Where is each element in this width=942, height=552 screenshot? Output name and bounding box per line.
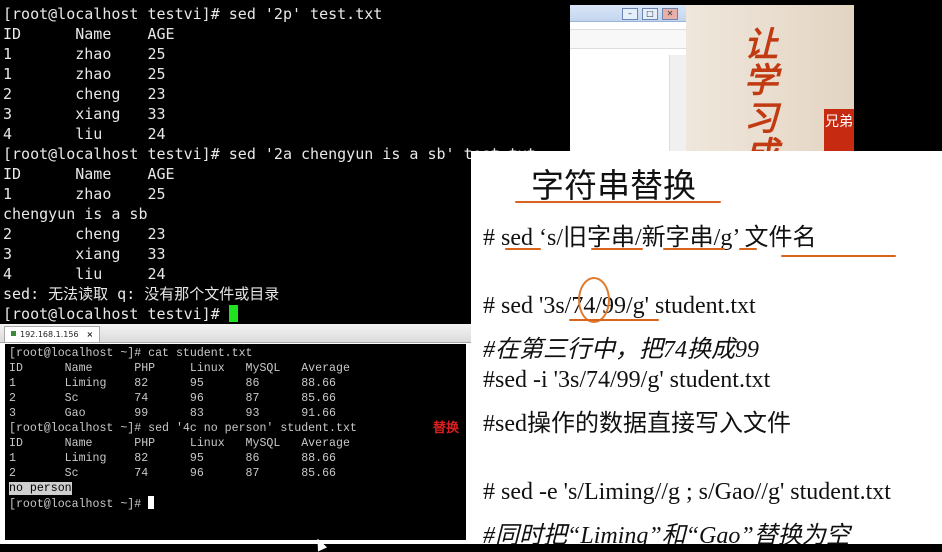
terminal-line: 1 zhao 25	[3, 45, 166, 63]
minimize-button[interactable]: –	[622, 8, 638, 20]
annotation-underline	[739, 248, 757, 250]
maximize-button[interactable]: □	[642, 8, 658, 20]
slide-line: #sed操作的数据直接写入文件	[483, 411, 791, 437]
terminal-cursor	[228, 305, 238, 322]
window-titlebar[interactable]: – □ ✕	[570, 5, 686, 22]
terminal-line: [root@localhost testvi]# sed '2p' test.t…	[3, 5, 383, 23]
title-underline	[515, 201, 721, 203]
terminal-line: 2 Sc 74 96 87 85.66	[9, 467, 336, 480]
terminal-line: ID Name PHP Linux MySQL Average	[9, 437, 350, 450]
terminal-prompt: [root@localhost ~]#	[9, 498, 149, 511]
slide-line: # sed ‘s/旧字串/新字串/g’ 文件名	[483, 225, 817, 251]
mouse-pointer-icon	[312, 536, 328, 552]
slide-line: #同时把“Liming”和“Gao”替换为空	[483, 523, 850, 544]
terminal-line: 2 cheng 23	[3, 85, 166, 103]
terminal-line: 3 xiang 33	[3, 105, 166, 123]
annotation-underline	[663, 248, 725, 250]
slide-line: # sed -e 's/Liming//g ; s/Gao//g' studen…	[483, 479, 891, 505]
terminal-cursor	[148, 496, 155, 509]
book-cover-image: 让 学 习 成 兄弟	[686, 5, 854, 151]
terminal-prompt-line[interactable]: [root@localhost ~]#	[9, 496, 466, 511]
terminal-line: 4 liu 24	[3, 125, 166, 143]
slide-title: 字符串替换	[531, 166, 696, 205]
ssh-terminal[interactable]: [root@localhost ~]# cat student.txt ID N…	[5, 344, 466, 552]
terminal-line: [root@localhost ~]# sed '4c no person' s…	[9, 422, 357, 435]
connection-status-icon	[11, 331, 16, 336]
slide-line: # sed '3s/74/99/g' student.txt	[483, 293, 756, 319]
close-tab-icon[interactable]: ×	[87, 330, 94, 339]
terminal-line: 1 Liming 82 95 86 88.66	[9, 377, 336, 390]
session-tab[interactable]: 192.168.1.156 ×	[4, 326, 101, 342]
replace-annotation: 替换	[433, 421, 460, 436]
annotation-underline	[569, 319, 659, 321]
terminal-line: 1 Liming 82 95 86 88.66	[9, 452, 336, 465]
slide-line: #在第三行中，把74换成99	[483, 337, 759, 363]
window-toolbar	[570, 29, 686, 49]
tab-bar: 192.168.1.156 ×	[0, 324, 471, 343]
session-tab-label: 192.168.1.156	[20, 330, 79, 339]
annotation-circle	[578, 277, 610, 323]
ssh-client-window[interactable]: 192.168.1.156 × [root@localhost ~]# cat s…	[0, 324, 471, 552]
terminal-line: ID Name AGE	[3, 25, 175, 43]
slide-line: #sed -i '3s/74/99/g' student.txt	[483, 367, 771, 393]
lecture-slide: 字符串替换 # sed ‘s/旧字串/新字串/g’ 文件名 # sed '3s/…	[471, 151, 942, 544]
close-button[interactable]: ✕	[662, 8, 678, 20]
terminal-line: [root@localhost ~]# cat student.txt	[9, 347, 253, 360]
terminal-line: no person	[9, 481, 466, 496]
book-tag: 兄弟	[824, 109, 854, 151]
terminal-line: ID Name PHP Linux MySQL Average	[9, 362, 350, 375]
terminal-line: 2 Sc 74 96 87 85.66	[9, 392, 336, 405]
annotation-underline	[591, 248, 643, 250]
background-window[interactable]: – □ ✕	[570, 5, 686, 151]
annotation-underline	[505, 248, 541, 250]
selected-text[interactable]: no person	[9, 482, 72, 495]
terminal-line: 1 zhao 25	[3, 65, 166, 83]
book-title-char: 成	[744, 127, 778, 151]
terminal-prompt: [root@localhost testvi]#	[3, 305, 229, 323]
annotation-underline	[781, 255, 896, 257]
window-scrollbar[interactable]	[669, 55, 686, 151]
terminal-line: 3 Gao 99 83 93 91.66	[9, 407, 336, 420]
